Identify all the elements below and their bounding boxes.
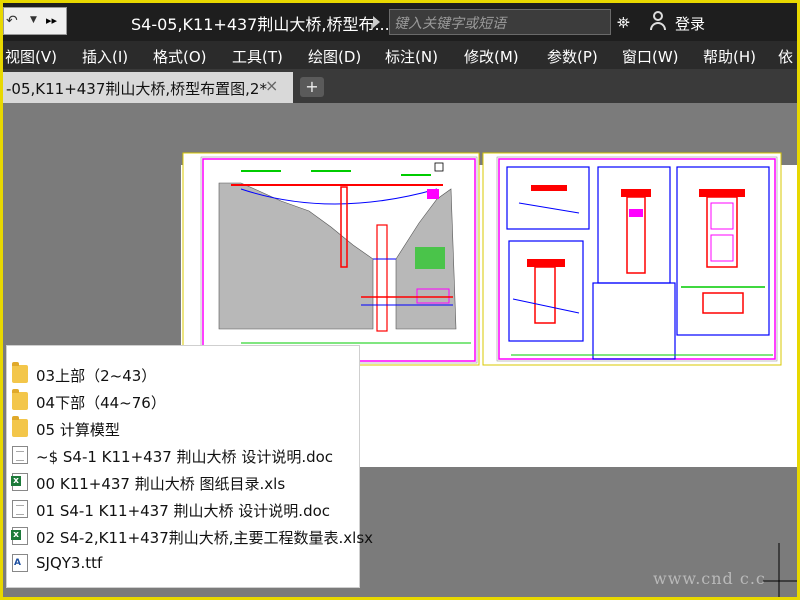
font-file-icon <box>12 554 28 572</box>
document-icon <box>12 446 28 464</box>
list-item[interactable]: 00 K11+437 荆山大桥 图纸目录.xls <box>7 469 361 495</box>
menu-window[interactable]: 窗口(W) <box>622 46 679 67</box>
app-window: ↶ ▼ ▸▸ S4-05,K11+437荆山大桥,桥型布... 键入关键字或短语… <box>3 3 797 597</box>
list-item[interactable]: 05 计算模型 <box>7 415 361 441</box>
menu-view[interactable]: 视图(V) <box>5 46 57 67</box>
close-icon[interactable]: × <box>265 76 278 95</box>
file-list-popup: 03上部（2~43） 04下部（44~76） 05 计算模型 ~$ S4-1 K… <box>6 345 373 588</box>
drawing-sheet-left <box>182 152 480 366</box>
document-tab-bar: -05,K11+437荆山大桥,桥型布置图,2* × + <box>3 69 797 103</box>
watermark: www.cnd c.c <box>653 569 766 588</box>
folder-icon <box>12 389 28 410</box>
file-name: SJQY3.ttf <box>36 554 103 572</box>
list-item[interactable]: SJQY3.ttf <box>7 550 361 576</box>
list-item[interactable]: 03上部（2~43） <box>7 361 361 387</box>
undo-icon[interactable]: ↶ <box>6 13 18 29</box>
search-expand-icon[interactable] <box>373 16 380 28</box>
file-name: 02 S4-2,K11+437荆山大桥,主要工程数量表.xlsx <box>36 529 374 547</box>
new-tab-button[interactable]: + <box>300 77 324 97</box>
menu-overflow[interactable]: 依 <box>778 46 793 67</box>
file-name: 05 计算模型 <box>36 421 120 439</box>
document-icon <box>12 500 28 518</box>
tab-label: -05,K11+437荆山大桥,桥型布置图,2* <box>6 80 267 98</box>
excel-icon <box>11 527 28 545</box>
binoculars-icon[interactable]: ⛯ <box>617 13 630 33</box>
user-icon[interactable] <box>649 11 667 31</box>
tab-active-document[interactable]: -05,K11+437荆山大桥,桥型布置图,2* × <box>3 72 293 103</box>
menu-draw[interactable]: 绘图(D) <box>308 46 361 67</box>
list-item[interactable]: ~$ S4-1 K11+437 荆山大桥 设计说明.doc <box>7 442 361 468</box>
menu-insert[interactable]: 插入(I) <box>82 46 128 67</box>
list-item[interactable]: 04下部（44~76） <box>7 388 361 414</box>
menu-modify[interactable]: 修改(M) <box>464 46 519 67</box>
menu-parameters[interactable]: 参数(P) <box>547 46 598 67</box>
menu-tools[interactable]: 工具(T) <box>232 46 283 67</box>
menu-format[interactable]: 格式(O) <box>153 46 207 67</box>
menu-help[interactable]: 帮助(H) <box>703 46 756 67</box>
folder-icon <box>12 362 28 383</box>
dropdown-icon[interactable]: ▼ <box>30 15 37 25</box>
drawing-sheet-right <box>482 152 782 366</box>
excel-icon <box>11 473 28 491</box>
crosshair-cursor-icon <box>763 543 797 597</box>
file-name: 00 K11+437 荆山大桥 图纸目录.xls <box>36 475 286 493</box>
document-title: S4-05,K11+437荆山大桥,桥型布... <box>131 15 390 34</box>
file-name: ~$ S4-1 K11+437 荆山大桥 设计说明.doc <box>36 448 334 466</box>
login-button[interactable]: 登录 <box>675 13 705 34</box>
title-bar: ↶ ▼ ▸▸ S4-05,K11+437荆山大桥,桥型布... 键入关键字或短语… <box>3 3 797 41</box>
list-item[interactable]: 02 S4-2,K11+437荆山大桥,主要工程数量表.xlsx <box>7 523 373 549</box>
file-name: 01 S4-1 K11+437 荆山大桥 设计说明.doc <box>36 502 331 520</box>
search-input[interactable]: 键入关键字或短语 <box>389 9 611 35</box>
quick-access-toolbar[interactable]: ↶ ▼ ▸▸ <box>3 7 67 35</box>
file-name: 03上部（2~43） <box>36 367 157 385</box>
folder-icon <box>12 416 28 437</box>
more-icon[interactable]: ▸▸ <box>46 14 57 27</box>
menu-bar: 视图(V) 插入(I) 格式(O) 工具(T) 绘图(D) 标注(N) 修改(M… <box>3 41 797 69</box>
list-item[interactable]: 01 S4-1 K11+437 荆山大桥 设计说明.doc <box>7 496 361 522</box>
menu-dimension[interactable]: 标注(N) <box>385 46 438 67</box>
file-name: 04下部（44~76） <box>36 394 166 412</box>
